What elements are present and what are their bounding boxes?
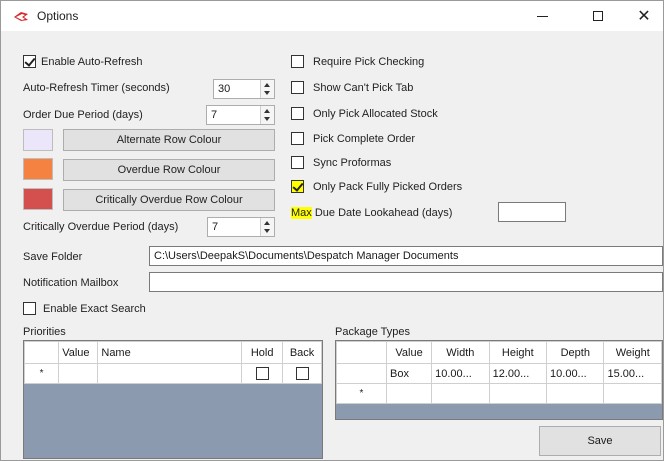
priorities-new-row[interactable]: *	[23, 363, 322, 384]
max-due-date-input[interactable]	[498, 202, 566, 222]
package-types-new-row-marker: *	[336, 383, 387, 404]
priorities-new-value-cell[interactable]	[58, 363, 99, 384]
save-button[interactable]: Save	[539, 426, 661, 456]
back-checkbox[interactable]	[295, 367, 309, 380]
package-types-col-depth[interactable]: Depth	[546, 341, 605, 364]
package-depth-cell[interactable]: 10.00...	[546, 363, 605, 384]
priorities-header-row: Value Name Hold Back	[23, 341, 322, 364]
save-folder-label: Save Folder	[23, 251, 83, 263]
only-pack-fully-picked-label: Only Pack Fully Picked Orders	[313, 181, 463, 193]
priorities-new-row-marker: *	[23, 363, 60, 384]
sync-proformas-label: Sync Proformas	[313, 157, 392, 169]
minimize-icon	[536, 15, 548, 17]
enable-auto-refresh-checkbox[interactable]	[23, 55, 36, 68]
package-new-height-cell[interactable]	[488, 383, 548, 404]
priorities-new-name-cell[interactable]	[97, 363, 243, 384]
priorities-col-value[interactable]: Value	[58, 341, 99, 364]
show-cant-pick-tab-checkbox[interactable]	[291, 81, 304, 94]
priorities-table: Value Name Hold Back *	[23, 341, 322, 384]
require-pick-checking-checkbox[interactable]	[291, 55, 304, 68]
row-header[interactable]	[336, 363, 387, 384]
critically-overdue-row-colour-swatch[interactable]	[23, 188, 53, 210]
notification-mailbox-input[interactable]	[149, 272, 663, 292]
order-due-period-spin-arrows[interactable]	[260, 106, 274, 124]
only-pack-fully-picked-checkbox[interactable]	[291, 180, 304, 193]
enable-exact-search-label: Enable Exact Search	[43, 303, 146, 315]
enable-auto-refresh-label: Enable Auto-Refresh	[41, 56, 143, 68]
critically-overdue-period-label: Critically Overdue Period (days)	[23, 221, 179, 233]
auto-refresh-timer-stepper[interactable]: 30	[213, 79, 275, 99]
max-due-date-label: Max Due Date Lookahead (days)	[291, 207, 452, 219]
close-button[interactable]: ✕	[621, 1, 664, 31]
priorities-new-hold-cell[interactable]	[241, 363, 284, 384]
max-due-date-label-rest: Due Date Lookahead (days)	[311, 207, 453, 219]
package-new-weight-cell[interactable]	[603, 383, 662, 404]
window-title: Options	[37, 9, 79, 23]
package-height-cell[interactable]: 12.00...	[488, 363, 548, 384]
require-pick-checking-label: Require Pick Checking	[313, 56, 425, 68]
package-new-depth-cell[interactable]	[546, 383, 605, 404]
minimize-button[interactable]	[519, 1, 565, 31]
maximize-icon	[593, 11, 603, 21]
order-due-period-label: Order Due Period (days)	[23, 109, 143, 121]
critically-overdue-row-colour-button[interactable]: Critically Overdue Row Colour	[63, 189, 275, 211]
critically-overdue-period-value: 7	[212, 221, 219, 233]
sync-proformas-checkbox[interactable]	[291, 156, 304, 169]
package-width-cell[interactable]: 10.00...	[431, 363, 490, 384]
title-bar: Options ✕	[1, 1, 663, 31]
package-weight-cell[interactable]: 15.00...	[603, 363, 662, 384]
overdue-row-colour-button[interactable]: Overdue Row Colour	[63, 159, 275, 181]
only-pick-allocated-stock-checkbox[interactable]	[291, 107, 304, 120]
order-due-period-stepper[interactable]: 7	[206, 105, 275, 125]
only-pick-allocated-stock-label: Only Pick Allocated Stock	[313, 108, 438, 120]
package-value-cell[interactable]: Box	[385, 363, 433, 384]
alternate-row-colour-button[interactable]: Alternate Row Colour	[63, 129, 275, 151]
hold-checkbox[interactable]	[255, 367, 269, 380]
auto-refresh-timer-spin-arrows[interactable]	[260, 80, 274, 98]
package-types-corner-header	[336, 341, 387, 364]
package-types-col-width[interactable]: Width	[431, 341, 490, 364]
auto-refresh-timer-value: 30	[218, 83, 231, 95]
package-types-grid[interactable]: Value Width Height Depth Weight Box 10.0…	[335, 340, 663, 420]
priorities-col-name[interactable]: Name	[97, 341, 243, 364]
package-types-title: Package Types	[335, 326, 411, 338]
package-new-value-cell[interactable]	[385, 383, 433, 404]
alternate-row-colour-swatch[interactable]	[23, 129, 53, 151]
package-types-col-weight[interactable]: Weight	[603, 341, 662, 364]
package-types-col-height[interactable]: Height	[488, 341, 548, 364]
close-icon: ✕	[637, 8, 651, 25]
overdue-row-colour-swatch[interactable]	[23, 158, 53, 180]
auto-refresh-timer-label: Auto-Refresh Timer (seconds)	[23, 82, 170, 94]
priorities-corner-header	[23, 341, 60, 364]
package-types-header-row: Value Width Height Depth Weight	[336, 341, 662, 364]
package-types-col-value[interactable]: Value	[385, 341, 433, 364]
priorities-grid[interactable]: Value Name Hold Back *	[23, 340, 323, 459]
priorities-col-hold[interactable]: Hold	[241, 341, 284, 364]
table-row[interactable]: Box 10.00... 12.00... 10.00... 15.00...	[336, 363, 662, 384]
critically-overdue-period-spin-arrows[interactable]	[260, 218, 274, 236]
priorities-col-back[interactable]: Back	[282, 341, 322, 364]
package-types-table: Value Width Height Depth Weight Box 10.0…	[336, 341, 662, 404]
notification-mailbox-label: Notification Mailbox	[23, 277, 119, 289]
pick-complete-order-checkbox[interactable]	[291, 132, 304, 145]
pick-complete-order-label: Pick Complete Order	[313, 133, 416, 145]
show-cant-pick-tab-label: Show Can't Pick Tab	[313, 82, 414, 94]
enable-exact-search-checkbox[interactable]	[23, 302, 36, 315]
app-icon	[14, 12, 28, 21]
max-due-date-label-highlight: Max	[291, 207, 312, 219]
maximize-button[interactable]	[575, 1, 621, 31]
save-folder-input[interactable]: C:\Users\DeepakS\Documents\Despatch Mana…	[149, 246, 663, 266]
options-window: Options ✕ Enable Auto-Refresh Auto-Refre…	[0, 0, 664, 461]
package-new-width-cell[interactable]	[431, 383, 490, 404]
priorities-new-back-cell[interactable]	[282, 363, 322, 384]
priorities-title: Priorities	[23, 326, 66, 338]
order-due-period-value: 7	[211, 109, 218, 121]
critically-overdue-period-stepper[interactable]: 7	[207, 217, 275, 237]
package-types-new-row[interactable]: *	[336, 383, 662, 404]
